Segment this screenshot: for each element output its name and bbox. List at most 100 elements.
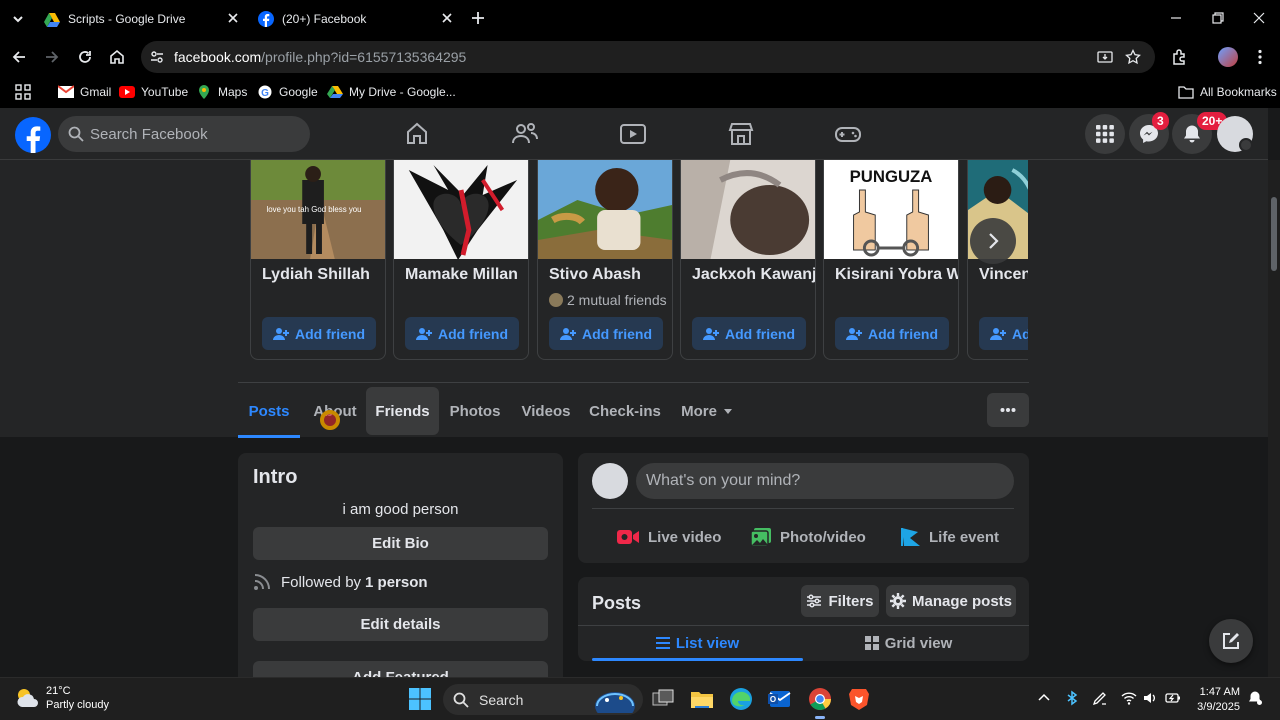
page-scrollbar[interactable] (1268, 160, 1280, 677)
minimize-icon[interactable] (1168, 10, 1184, 26)
tab-posts[interactable]: Posts (238, 387, 300, 438)
person-card[interactable]: Mamake Millan Add friend (393, 160, 529, 360)
system-clock[interactable]: 1:47 AM 3/9/2025 (1190, 685, 1240, 715)
followed-count[interactable]: 1 person (365, 574, 428, 591)
account-chevron-icon[interactable] (1239, 138, 1253, 152)
install-app-icon[interactable] (1097, 49, 1113, 65)
person-card[interactable]: Stivo Abash 2 mutual friends Add friend (537, 160, 673, 360)
manage-posts-button[interactable]: Manage posts (886, 585, 1016, 617)
gmail-icon (58, 85, 74, 98)
add-friend-button[interactable]: Add friend (405, 317, 519, 350)
edit-details-button[interactable]: Edit details (253, 608, 548, 641)
taskbar-search-label: Search (479, 691, 524, 708)
gaming-icon[interactable] (832, 118, 864, 150)
notification-center-icon[interactable] (1247, 690, 1263, 706)
tab-facebook[interactable]: (20+) Facebook (252, 0, 460, 37)
tab-google-drive[interactable]: Scripts - Google Drive (38, 0, 246, 37)
live-video-button[interactable]: Live video (616, 523, 721, 551)
tab-friends[interactable]: Friends (366, 387, 439, 435)
pen-input-icon[interactable] (1092, 690, 1108, 706)
person-name[interactable]: Kisirani Yobra W (835, 266, 958, 284)
site-info-icon[interactable] (149, 49, 165, 65)
apps-grid-icon[interactable] (15, 84, 31, 100)
list-view-tab[interactable]: List view (592, 627, 803, 661)
tab-photos[interactable]: Photos (443, 387, 507, 435)
person-name[interactable]: Stivo Abash (549, 266, 672, 284)
scrollbar-thumb[interactable] (1271, 197, 1277, 271)
composer-avatar[interactable] (592, 463, 628, 499)
add-friend-button[interactable]: Add friend (835, 317, 949, 350)
edge-browser-icon[interactable] (728, 686, 754, 712)
filters-button[interactable]: Filters (801, 585, 879, 617)
bookmark-youtube[interactable]: YouTube (119, 82, 188, 102)
extensions-icon[interactable] (1170, 48, 1188, 66)
add-friend-button[interactable]: Add friend (979, 317, 1028, 350)
photo-video-button[interactable]: Photo/video (750, 523, 866, 551)
file-explorer-icon[interactable] (689, 686, 715, 712)
chrome-icon[interactable] (807, 686, 833, 712)
menu-button[interactable] (1085, 114, 1125, 154)
reload-icon[interactable] (76, 48, 94, 66)
marketplace-icon[interactable] (725, 118, 757, 150)
video-watch-icon[interactable] (617, 118, 649, 150)
show-hidden-icons-chevron[interactable] (1036, 690, 1052, 706)
task-view-icon[interactable] (650, 686, 676, 712)
tab-videos[interactable]: Videos (515, 387, 577, 435)
friends-icon[interactable] (509, 118, 541, 150)
tab-search-chevron-icon[interactable] (8, 9, 28, 29)
bookmark-google[interactable]: G Google (257, 82, 318, 102)
add-friend-button[interactable]: Add friend (692, 317, 806, 350)
person-card[interactable]: PUNGUZA Kisirani Yobra W Add friend (823, 160, 959, 360)
google-drive-icon (327, 86, 343, 98)
outlook-mail-icon[interactable]: O (767, 686, 793, 712)
bluetooth-icon[interactable] (1064, 690, 1080, 706)
forward-arrow-icon[interactable] (43, 48, 61, 66)
grid-view-tab[interactable]: Grid view (803, 627, 1014, 659)
weather-widget[interactable]: 21°C Partly cloudy (14, 684, 109, 712)
profile-more-options-button[interactable] (987, 393, 1029, 427)
volume-icon[interactable] (1142, 690, 1158, 706)
person-name[interactable]: Mamake Millan (405, 266, 528, 284)
address-bar[interactable]: facebook.com/profile.php?id=615571353642… (141, 41, 1155, 73)
bookmark-gmail[interactable]: Gmail (58, 82, 111, 102)
facebook-search[interactable] (58, 116, 310, 152)
close-window-icon[interactable] (1251, 10, 1267, 26)
taskbar-search[interactable]: Search (443, 684, 643, 715)
add-friend-button[interactable]: Add friend (549, 317, 663, 350)
people-next-button[interactable] (970, 218, 1016, 264)
close-tab-icon[interactable] (440, 11, 454, 25)
all-bookmarks[interactable]: All Bookmarks (1178, 82, 1277, 102)
add-featured-button[interactable]: Add Featured (253, 661, 548, 677)
person-name[interactable]: Jackxoh Kawanji (692, 266, 815, 284)
back-arrow-icon[interactable] (10, 48, 28, 66)
new-tab-icon[interactable] (470, 10, 486, 26)
windows-start-icon[interactable] (407, 686, 433, 712)
more-menu-icon[interactable] (1251, 48, 1269, 66)
add-friend-icon (560, 327, 576, 340)
person-name[interactable]: Vincent (979, 266, 1028, 284)
close-tab-icon[interactable] (226, 11, 240, 25)
edit-bio-button[interactable]: Edit Bio (253, 527, 548, 560)
brave-browser-icon[interactable] (846, 686, 872, 712)
browser-profile-avatar[interactable] (1218, 47, 1238, 67)
search-input[interactable] (90, 116, 300, 152)
bookmark-my-drive[interactable]: My Drive - Google... (327, 82, 456, 102)
bookmark-maps[interactable]: Maps (196, 82, 247, 102)
facebook-logo-icon[interactable] (15, 117, 51, 153)
whats-on-your-mind-input[interactable]: What's on your mind? (636, 463, 1014, 499)
person-card[interactable]: Jackxoh Kawanji Add friend (680, 160, 816, 360)
new-message-button[interactable] (1209, 619, 1253, 663)
life-event-button[interactable]: Life event (899, 523, 999, 551)
tab-check-ins[interactable]: Check-ins (585, 387, 665, 435)
tab-more[interactable]: More (673, 387, 741, 435)
battery-charging-icon[interactable] (1165, 690, 1181, 706)
restore-icon[interactable] (1210, 10, 1226, 26)
compose-pencil-icon (1223, 633, 1239, 649)
person-card[interactable]: love you tah God bless you Lydiah Shilla… (250, 160, 386, 360)
person-name[interactable]: Lydiah Shillah (262, 266, 385, 284)
bookmark-star-icon[interactable] (1125, 49, 1141, 65)
wifi-icon[interactable] (1121, 690, 1137, 706)
home-icon[interactable] (401, 118, 433, 150)
add-friend-button[interactable]: Add friend (262, 317, 376, 350)
home-icon[interactable] (108, 48, 126, 66)
